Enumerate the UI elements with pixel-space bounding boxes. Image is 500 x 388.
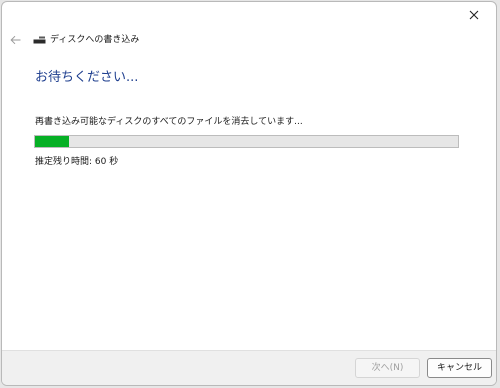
next-button[interactable]: 次へ(N): [355, 358, 420, 378]
navigation-row: ディスクへの書き込み: [2, 28, 496, 50]
progress-bar-fill: [35, 136, 69, 147]
time-remaining-text: 推定残り時間: 60 秒: [35, 157, 119, 167]
progress-bar: [34, 135, 459, 148]
page-heading: お待ちください...: [35, 70, 139, 85]
dialog-window: ディスクへの書き込み お待ちください... 再書き込み可能なディスクのすべてのフ…: [1, 1, 497, 386]
close-icon: [469, 10, 479, 20]
disc-drive-icon: [33, 36, 46, 44]
back-arrow-icon: [9, 35, 20, 45]
back-button[interactable]: [6, 32, 24, 48]
status-text: 再書き込み可能なディスクのすべてのファイルを消去しています...: [35, 117, 303, 127]
title-bar: [2, 2, 496, 28]
button-footer: 次へ(N) キャンセル: [2, 350, 496, 385]
cancel-button[interactable]: キャンセル: [427, 358, 492, 378]
close-button[interactable]: [452, 2, 496, 28]
dialog-title: ディスクへの書き込み: [50, 35, 140, 45]
